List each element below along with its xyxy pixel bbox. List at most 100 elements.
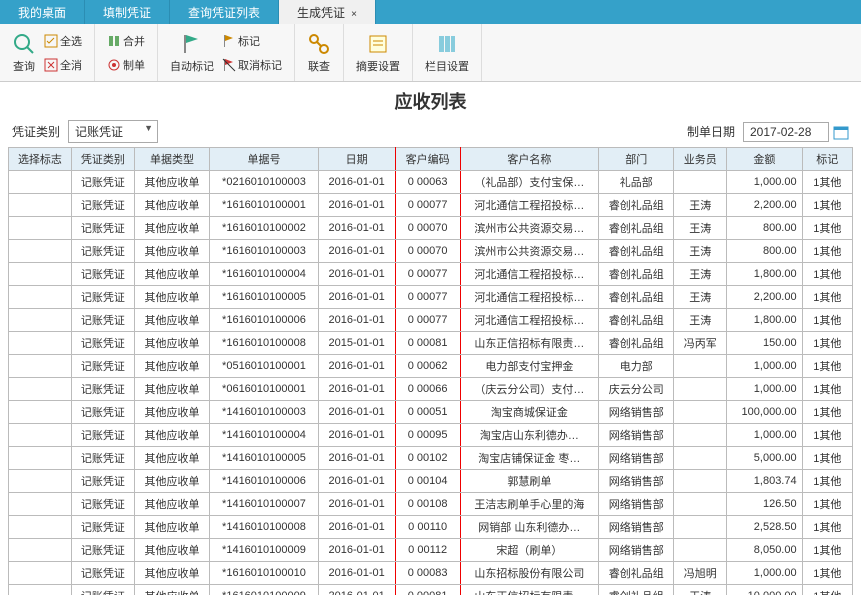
table-cell (9, 286, 72, 309)
table-cell: 2016-01-01 (318, 286, 395, 309)
calendar-icon[interactable] (833, 124, 849, 140)
table-cell: *0216010100003 (210, 171, 318, 194)
tab-desktop[interactable]: 我的桌面 (0, 0, 85, 24)
column-header[interactable]: 标记 (802, 148, 852, 171)
table-cell: 山东正信招标有限责… (460, 585, 598, 595)
table-cell: *1416010100008 (210, 516, 318, 539)
table-row[interactable]: 记账凭证其他应收单*16160101000032016-01-010 00070… (9, 240, 853, 263)
table-cell: *0616010100001 (210, 378, 318, 401)
link-button[interactable]: 联查 (303, 30, 335, 76)
column-header[interactable]: 部门 (599, 148, 674, 171)
table-cell: 淘宝店铺保证金 枣… (460, 447, 598, 470)
data-table-wrap[interactable]: 选择标志凭证类别单据类型单据号日期客户编码客户名称部门业务员金额标记 记账凭证其… (0, 147, 861, 595)
table-cell: 0 00095 (395, 424, 460, 447)
table-cell: 1其他 (802, 539, 852, 562)
table-cell: 其他应收单 (134, 401, 209, 424)
table-row[interactable]: 记账凭证其他应收单*14160101000042016-01-010 00095… (9, 424, 853, 447)
table-row[interactable]: 记账凭证其他应收单*14160101000092016-01-010 00112… (9, 539, 853, 562)
close-icon[interactable]: × (351, 9, 357, 20)
column-header[interactable]: 客户名称 (460, 148, 598, 171)
voucher-type-select[interactable]: 记账凭证 (68, 120, 158, 143)
table-row[interactable]: 记账凭证其他应收单*14160101000082016-01-010 00110… (9, 516, 853, 539)
table-cell: 其他应收单 (134, 585, 209, 595)
table-cell (9, 516, 72, 539)
table-row[interactable]: 记账凭证其他应收单*14160101000052016-01-010 00102… (9, 447, 853, 470)
table-cell: 滨州市公共资源交易… (460, 217, 598, 240)
tab-bar: 我的桌面 填制凭证 查询凭证列表 生成凭证× (0, 0, 861, 24)
cancel-mark-button[interactable]: 取消标记 (218, 55, 286, 75)
mark-button[interactable]: 标记 (218, 31, 286, 51)
column-header[interactable]: 日期 (318, 148, 395, 171)
table-cell: 其他应收单 (134, 217, 209, 240)
table-cell: 王洁志刷单手心里的海 (460, 493, 598, 516)
label: 制单 (123, 57, 145, 73)
column-header[interactable]: 业务员 (674, 148, 727, 171)
make-button[interactable]: 制单 (103, 55, 149, 75)
label: 摘要设置 (356, 58, 400, 74)
table-row[interactable]: 记账凭证其他应收单*16160101000102016-01-010 00083… (9, 562, 853, 585)
column-header[interactable]: 金额 (727, 148, 803, 171)
table-row[interactable]: 记账凭证其他应收单*14160101000072016-01-010 00108… (9, 493, 853, 516)
deselect-all-button[interactable]: 全消 (40, 55, 86, 75)
label: 查询 (13, 58, 35, 74)
select-all-icon (44, 34, 58, 48)
table-row[interactable]: 记账凭证其他应收单*16160101000062016-01-010 00077… (9, 309, 853, 332)
table-cell (9, 470, 72, 493)
table-row[interactable]: 记账凭证其他应收单*06160101000012016-01-010 00066… (9, 378, 853, 401)
table-cell: 1其他 (802, 355, 852, 378)
table-cell: 2016-01-01 (318, 585, 395, 595)
table-cell: 1,000.00 (727, 378, 803, 401)
table-row[interactable]: 记账凭证其他应收单*16160101000022016-01-010 00070… (9, 217, 853, 240)
table-cell: 睿创礼品组 (599, 286, 674, 309)
table-row[interactable]: 记账凭证其他应收单*16160101000012016-01-010 00077… (9, 194, 853, 217)
table-cell: 河北通信工程招投标… (460, 194, 598, 217)
auto-mark-button[interactable]: 自动标记 (166, 30, 218, 76)
column-header[interactable]: 客户编码 (395, 148, 460, 171)
table-cell: 记账凭证 (71, 240, 134, 263)
table-cell: 记账凭证 (71, 217, 134, 240)
column-header[interactable]: 单据号 (210, 148, 318, 171)
merge-icon (107, 34, 121, 48)
table-cell: 0 00110 (395, 516, 460, 539)
table-cell: 1其他 (802, 286, 852, 309)
merge-button[interactable]: 合并 (103, 31, 149, 51)
table-row[interactable]: 记账凭证其他应收单*05160101000012016-01-010 00062… (9, 355, 853, 378)
tab-fill-voucher[interactable]: 填制凭证 (85, 0, 170, 24)
table-cell (674, 171, 727, 194)
column-button[interactable]: 栏目设置 (421, 30, 473, 76)
table-row[interactable]: 记账凭证其他应收单*16160101000052016-01-010 00077… (9, 286, 853, 309)
table-cell: 1其他 (802, 194, 852, 217)
table-cell: （礼品部）支付宝保… (460, 171, 598, 194)
table-cell: 0 00066 (395, 378, 460, 401)
tab-generate-voucher[interactable]: 生成凭证× (279, 0, 376, 24)
tab-query-list[interactable]: 查询凭证列表 (170, 0, 279, 24)
table-cell: 2016-01-01 (318, 355, 395, 378)
table-cell: 王涛 (674, 194, 727, 217)
select-all-button[interactable]: 全选 (40, 31, 86, 51)
table-cell (9, 355, 72, 378)
table-cell: 睿创礼品组 (599, 332, 674, 355)
table-row[interactable]: 记账凭证其他应收单*02160101000032016-01-010 00063… (9, 171, 853, 194)
column-header[interactable]: 单据类型 (134, 148, 209, 171)
table-cell: 睿创礼品组 (599, 240, 674, 263)
table-row[interactable]: 记账凭证其他应收单*14160101000062016-01-010 00104… (9, 470, 853, 493)
make-date-input[interactable]: 2017-02-28 (743, 122, 829, 142)
table-cell (9, 332, 72, 355)
table-row[interactable]: 记账凭证其他应收单*16160101000082015-01-010 00081… (9, 332, 853, 355)
table-cell: 其他应收单 (134, 516, 209, 539)
table-cell: 冯丙军 (674, 332, 727, 355)
search-button[interactable]: 查询 (8, 30, 40, 76)
link-icon (307, 32, 331, 56)
table-cell (9, 309, 72, 332)
label: 全消 (60, 57, 82, 73)
table-cell: *1416010100003 (210, 401, 318, 424)
table-row[interactable]: 记账凭证其他应收单*14160101000032016-01-010 00051… (9, 401, 853, 424)
column-header[interactable]: 选择标志 (9, 148, 72, 171)
summary-button[interactable]: 摘要设置 (352, 30, 404, 76)
table-row[interactable]: 记账凭证其他应收单*16160101000042016-01-010 00077… (9, 263, 853, 286)
table-cell (9, 562, 72, 585)
table-cell: 0 00063 (395, 171, 460, 194)
table-row[interactable]: 记账凭证其他应收单*16160101000092016-01-010 00081… (9, 585, 853, 595)
column-header[interactable]: 凭证类别 (71, 148, 134, 171)
tab-label: 我的桌面 (18, 6, 66, 20)
